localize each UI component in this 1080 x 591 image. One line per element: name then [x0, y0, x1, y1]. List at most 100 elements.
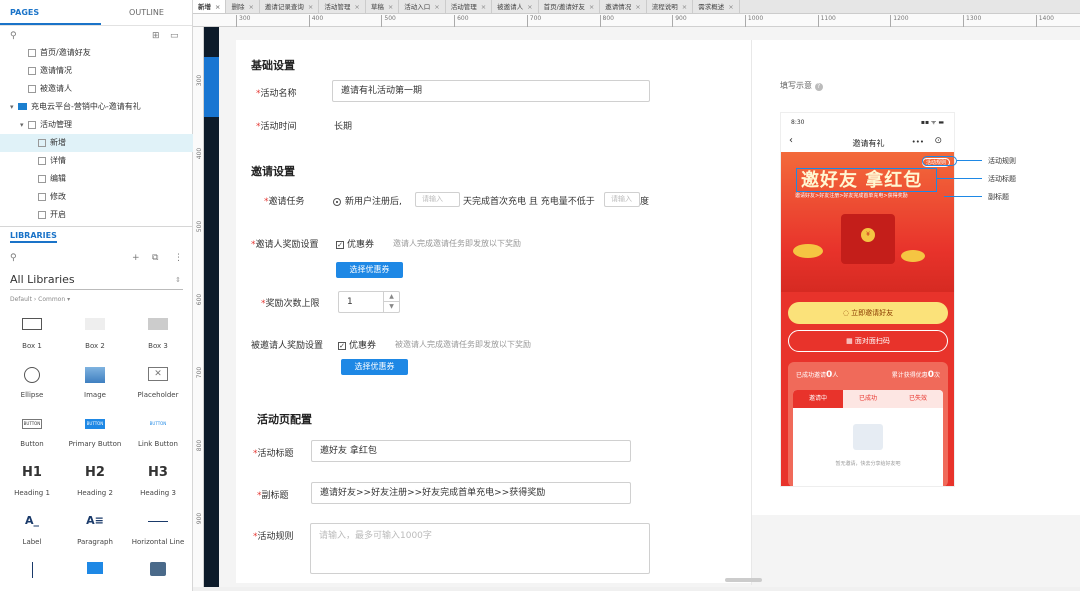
inviter-coupon-checkbox[interactable]: ✓ 优惠券	[336, 237, 374, 250]
doc-tab[interactable]: 活动管理 ×	[319, 0, 366, 13]
activity-title-input[interactable]: 邀好友 拿红包	[311, 440, 631, 462]
doc-tab[interactable]: 邀请记录查询 ×	[260, 0, 320, 13]
layers-icon[interactable]	[128, 562, 188, 576]
select-coupon-button[interactable]: 选择优惠券	[336, 262, 403, 278]
help-icon[interactable]: ?	[814, 83, 823, 91]
widget-placeholder[interactable]: ✕ Placeholder	[128, 367, 188, 399]
tab-inviting[interactable]: 邀请中	[793, 390, 843, 408]
ruler-tick: 1100	[817, 15, 836, 27]
widget-button[interactable]: BUTTON Button	[2, 416, 62, 448]
radio-icon[interactable]	[333, 197, 341, 206]
hotspot-icon[interactable]	[65, 562, 125, 574]
widget-label: Box 1	[22, 342, 42, 350]
tree-item[interactable]: ▾ 充电云平台-营销中心-邀请有礼	[0, 98, 193, 116]
tree-item[interactable]: 首页/邀请好友	[0, 44, 193, 62]
horizontal-scrollbar[interactable]	[725, 578, 762, 582]
widget-box-1[interactable]: Box 1	[2, 318, 62, 350]
expand-arrow-icon[interactable]: ▾	[10, 98, 18, 116]
doc-tab[interactable]: 新增 ×	[193, 0, 227, 13]
vline-icon[interactable]	[2, 562, 62, 578]
libraries-title[interactable]: LIBRARIES	[10, 231, 57, 243]
doc-tab[interactable]: 首页/邀请好友 ×	[539, 0, 601, 13]
invite-friend-button[interactable]: ◌ 立即邀请好友	[788, 302, 948, 324]
widget-ellipse[interactable]: Ellipse	[2, 367, 62, 399]
activity-name-label: *活动名称	[256, 89, 297, 99]
widget-box-3[interactable]: Box 3	[128, 318, 188, 350]
close-icon[interactable]: ×	[728, 3, 733, 11]
check-icon[interactable]: ✓	[336, 240, 344, 249]
close-icon[interactable]: ×	[682, 3, 687, 11]
stepper-up-icon[interactable]: ▲	[383, 292, 399, 302]
widget-image[interactable]: Image	[65, 367, 125, 399]
tab-pages[interactable]: PAGES	[0, 0, 101, 25]
close-icon[interactable]: ×	[589, 3, 594, 11]
widget-link-button[interactable]: BUTTON Link Button	[128, 416, 188, 448]
widget-label[interactable]: A_ Label	[2, 514, 62, 546]
doc-tab[interactable]: 流程说明 ×	[647, 0, 694, 13]
invitee-coupon-checkbox[interactable]: ✓ 优惠券	[338, 338, 376, 351]
activity-name-input[interactable]: 邀请有礼活动第一期	[332, 80, 650, 102]
tab-outline[interactable]: OUTLINE	[101, 0, 192, 25]
tab-expired[interactable]: 已失效	[893, 390, 943, 408]
invitee-reward-label: 被邀请人奖励设置	[251, 341, 324, 351]
tree-item[interactable]: 被邀请人	[0, 80, 193, 98]
add-page-icon[interactable]: ⊞	[152, 31, 160, 41]
widget-primary-button[interactable]: BUTTON Primary Button	[65, 416, 125, 448]
doc-tab[interactable]: 需求概述 ×	[693, 0, 740, 13]
widget-label: Box 2	[85, 342, 105, 350]
add-folder-icon[interactable]: ▭	[170, 31, 179, 41]
widget-heading-1[interactable]: H1 Heading 1	[2, 465, 62, 497]
close-icon[interactable]: ×	[215, 3, 220, 11]
invite-task-radio[interactable]: 新用户注册后,	[333, 194, 402, 207]
library-select[interactable]: All Libraries ⇕	[10, 270, 183, 290]
page-icon	[28, 66, 36, 75]
search-icon[interactable]: ⚲	[10, 253, 17, 263]
close-icon[interactable]: ×	[527, 3, 532, 11]
tab-success[interactable]: 已成功	[843, 390, 893, 408]
target-icon[interactable]: ⊙	[934, 136, 942, 146]
library-breadcrumb[interactable]: Default › Common ▾	[10, 296, 70, 303]
doc-tab[interactable]: 活动管理 ×	[446, 0, 493, 13]
tree-item[interactable]: 详情	[0, 152, 193, 170]
close-icon[interactable]: ×	[434, 3, 439, 11]
widget-horizontal-line[interactable]: Horizontal Line	[128, 514, 188, 546]
qr-scan-button[interactable]: ▦ 面对面扫码	[788, 330, 948, 352]
rules-textarea[interactable]: 请输入，最多可输入1000字	[310, 523, 650, 574]
more-dots-icon[interactable]: •••	[912, 138, 924, 146]
subtitle-input[interactable]: 邀请好友>>好友注册>>好友完成首单充电>>获得奖励	[311, 482, 631, 504]
tree-item[interactable]: 开启	[0, 206, 193, 224]
doc-tab[interactable]: 被邀请人 ×	[492, 0, 539, 13]
stepper-down-icon[interactable]: ▼	[383, 302, 399, 312]
doc-tab[interactable]: 邀请情况 ×	[600, 0, 647, 13]
search-icon[interactable]: ⚲	[10, 31, 17, 41]
doc-tab[interactable]: 草稿 ×	[366, 0, 400, 13]
tree-item[interactable]: 修改	[0, 188, 193, 206]
copy-icon[interactable]: ⧉	[152, 253, 158, 263]
widget-label: Label	[22, 538, 42, 546]
widget-heading-2[interactable]: H2 Heading 2	[65, 465, 125, 497]
close-icon[interactable]: ×	[354, 3, 359, 11]
invite-kwh-input[interactable]: 请输入	[604, 192, 640, 207]
close-icon[interactable]: ×	[635, 3, 640, 11]
reward-limit-label: *奖励次数上限	[261, 299, 320, 309]
close-icon[interactable]: ×	[481, 3, 486, 11]
widget-box-2[interactable]: Box 2	[65, 318, 125, 350]
select-coupon-button-invitee[interactable]: 选择优惠券	[341, 359, 408, 375]
reward-limit-stepper[interactable]: 1 ▲ ▼	[338, 291, 400, 313]
doc-tab[interactable]: 活动入口 ×	[399, 0, 446, 13]
widget-heading-3[interactable]: H3 Heading 3	[128, 465, 188, 497]
check-icon[interactable]: ✓	[338, 341, 346, 350]
close-icon[interactable]: ×	[308, 3, 313, 11]
add-library-icon[interactable]: +	[132, 253, 140, 263]
widget-paragraph[interactable]: A≡ Paragraph	[65, 514, 125, 546]
doc-tab[interactable]: 删除 ×	[226, 0, 260, 13]
expand-arrow-icon[interactable]: ▾	[20, 116, 28, 134]
invite-days-input[interactable]: 请输入	[415, 192, 460, 207]
close-icon[interactable]: ×	[388, 3, 393, 11]
tree-item[interactable]: 邀请情况	[0, 62, 193, 80]
close-icon[interactable]: ×	[248, 3, 253, 11]
tree-item[interactable]: ▾ 活动管理	[0, 116, 193, 134]
more-icon[interactable]: ⋮	[174, 253, 183, 263]
tree-item[interactable]: 编辑	[0, 170, 193, 188]
tree-item[interactable]: 新增	[0, 134, 193, 152]
